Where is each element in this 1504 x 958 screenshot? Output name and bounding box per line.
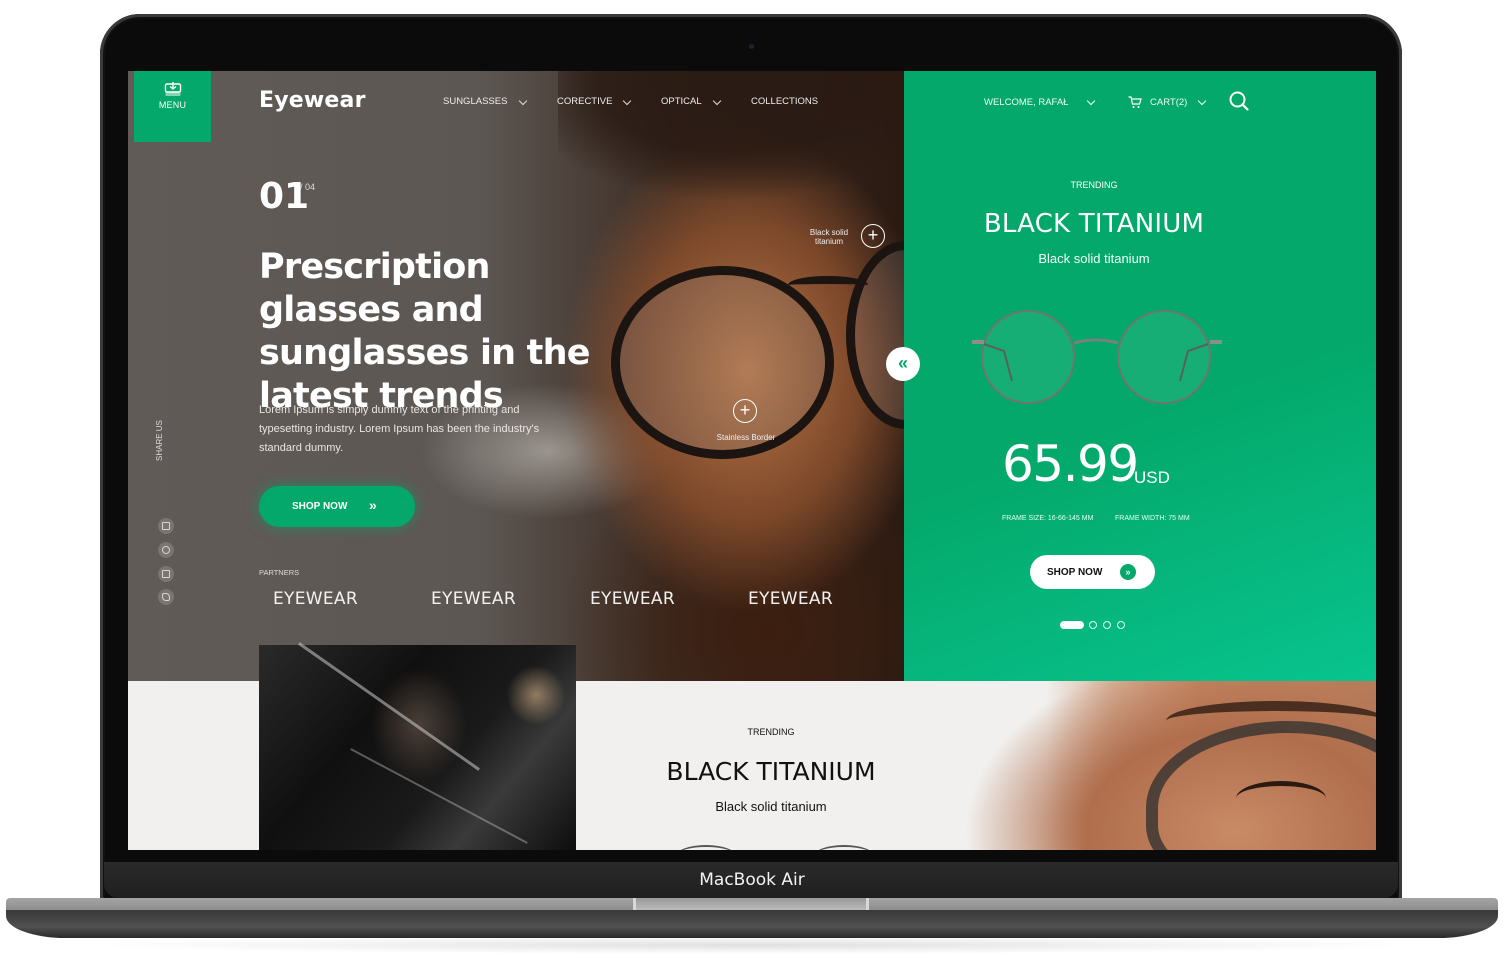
- youtube-icon[interactable]: [158, 518, 174, 534]
- share-us-label: SHARE US: [155, 420, 164, 461]
- product-title: BLACK TITANIUM: [666, 757, 876, 786]
- hero-section: MENU Eyewear SUNGLASSES CORECTIVE OPTICA…: [128, 71, 965, 681]
- shop-now-label: SHOP NOW: [1047, 567, 1103, 578]
- man-in-car-photo: [259, 642, 576, 850]
- chevron-down-icon[interactable]: [1197, 96, 1207, 106]
- product-subtitle: Black solid titanium: [715, 799, 827, 814]
- partner-logo[interactable]: EYEWEAR: [748, 589, 833, 609]
- carousel-dot-active[interactable]: [1060, 621, 1084, 629]
- hero-description: Lorem Ipsum is simply dummy text of the …: [259, 404, 540, 454]
- frame-size: FRAME SIZE: 16-66-145 MM: [1002, 515, 1094, 522]
- nav-corective[interactable]: CORECTIVE: [557, 96, 612, 107]
- lower-product-section: TRENDING BLACK TITANIUM Black solid tita…: [576, 681, 936, 850]
- shop-now-label: SHOP NOW: [292, 501, 348, 512]
- product-title: BLACK TITANIUM: [983, 209, 1205, 239]
- lower-left-background: [128, 681, 259, 850]
- product-glasses-image: [972, 310, 1222, 404]
- menu-button[interactable]: MENU: [134, 71, 211, 142]
- hero-shop-now-button[interactable]: SHOP NOW »: [259, 486, 415, 527]
- glasses-lens-arc: [676, 845, 736, 850]
- double-chevron-left-icon: «: [897, 353, 908, 373]
- product-subtitle: Black solid titanium: [1038, 251, 1150, 266]
- glasses-lens-arc: [814, 845, 874, 850]
- carousel-dot[interactable]: [1117, 621, 1125, 629]
- laptop-base: [6, 910, 1498, 938]
- partner-logo[interactable]: EYEWEAR: [431, 589, 516, 609]
- carousel-dot[interactable]: [1103, 621, 1111, 629]
- plus-icon[interactable]: +: [861, 224, 885, 248]
- partners-label: PARTNERS: [259, 568, 300, 577]
- cart-icon[interactable]: [1128, 96, 1142, 109]
- messenger-icon[interactable]: [158, 542, 174, 558]
- trending-tag: TRENDING: [1070, 180, 1118, 190]
- product-price: 65.99: [1002, 435, 1139, 493]
- camera-icon: [749, 44, 754, 49]
- slide-counter-total: / 04: [300, 182, 316, 192]
- hotspot-label: Black solid titanium: [809, 228, 849, 246]
- frame-width: FRAME WIDTH: 75 MM: [1115, 515, 1190, 522]
- search-icon[interactable]: [1229, 91, 1249, 111]
- cart-button[interactable]: CART(2): [1150, 97, 1187, 108]
- nav-collections[interactable]: COLLECTIONS: [751, 96, 818, 107]
- hero-photo-hair: [558, 71, 904, 221]
- product-currency: USD: [1134, 468, 1170, 487]
- hero-photo-glasses-lens-left: [611, 266, 834, 459]
- partner-logo[interactable]: EYEWEAR: [590, 589, 675, 609]
- instagram-icon[interactable]: [158, 566, 174, 582]
- nav-optical[interactable]: OPTICAL: [661, 96, 702, 107]
- carousel-dot[interactable]: [1089, 621, 1097, 629]
- twitter-icon[interactable]: [158, 589, 174, 605]
- partner-logo[interactable]: EYEWEAR: [273, 589, 358, 609]
- user-menu[interactable]: WELCOME, RAFAŁ: [984, 97, 1068, 108]
- website-screen: MENU Eyewear SUNGLASSES CORECTIVE OPTICA…: [128, 71, 1376, 850]
- featured-shop-now-button[interactable]: SHOP NOW »: [1030, 555, 1155, 589]
- laptop-shadow: [80, 936, 1424, 954]
- device-label: MacBook Air: [699, 870, 805, 890]
- nav-sunglasses[interactable]: SUNGLASSES: [443, 96, 507, 107]
- hotspot-label: Stainless Border: [716, 433, 776, 442]
- trending-tag: TRENDING: [747, 727, 795, 737]
- menu-label: MENU: [158, 100, 187, 110]
- chevron-down-icon[interactable]: [518, 96, 528, 106]
- carousel-prev-button[interactable]: «: [886, 347, 920, 381]
- woman-with-glasses-photo: [936, 681, 1376, 850]
- featured-product-panel: WELCOME, RAFAŁ CART(2) TRENDING BLACK TI…: [904, 71, 1376, 681]
- hero-photo-glasses-bridge: [788, 276, 868, 294]
- hero-headline: Prescription glasses and sunglasses in t…: [259, 247, 590, 416]
- plus-icon[interactable]: +: [733, 399, 757, 423]
- chevron-down-icon[interactable]: [1086, 96, 1096, 106]
- double-chevron-right-icon: »: [1120, 564, 1136, 580]
- download-box-icon: [164, 82, 181, 96]
- double-chevron-right-icon: »: [369, 497, 377, 513]
- site-logo[interactable]: Eyewear: [259, 88, 366, 113]
